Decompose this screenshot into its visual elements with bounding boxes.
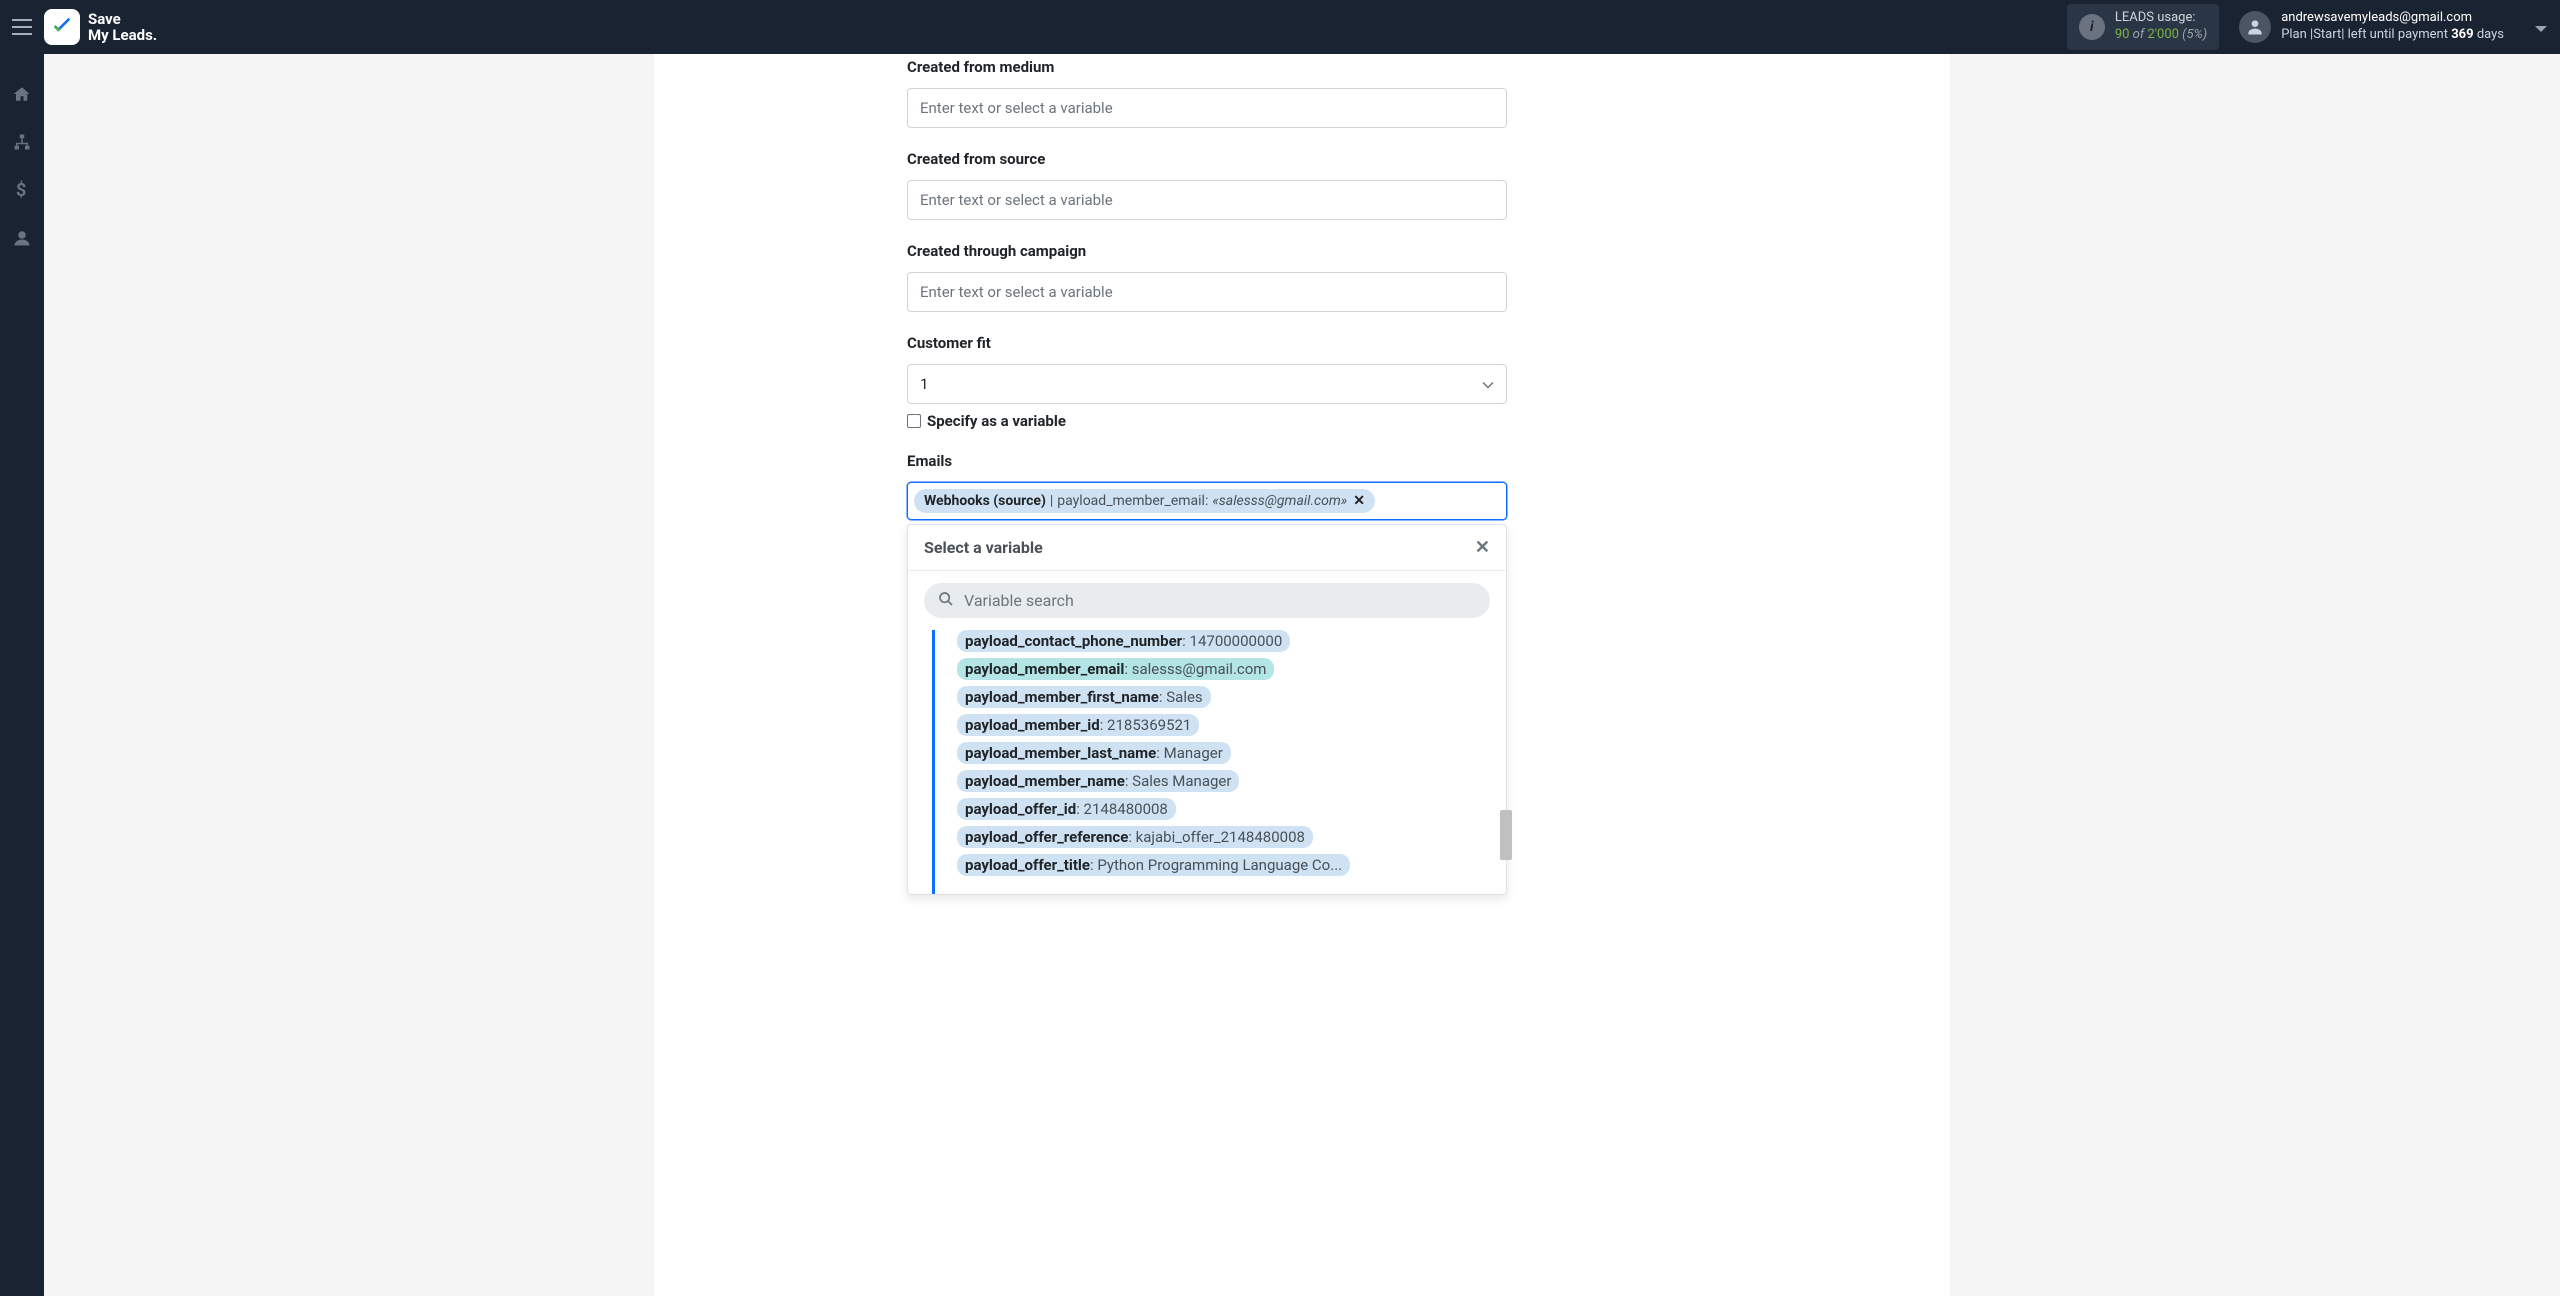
variable-value: : 2148480008 <box>1076 800 1168 818</box>
svg-text:$: $ <box>16 180 26 200</box>
variable-item[interactable]: payload_member_name: Sales Manager <box>957 770 1490 792</box>
variable-name: payload_member_first_name <box>965 688 1159 706</box>
variable-pill[interactable]: payload_member_name: Sales Manager <box>957 770 1239 792</box>
variable-tag[interactable]: Webhooks (source) | payload_member_email… <box>914 489 1375 513</box>
select-value: 1 <box>920 375 928 393</box>
variable-search-input[interactable] <box>924 583 1490 618</box>
hamburger-menu-icon[interactable] <box>12 19 32 35</box>
tag-remove-icon[interactable]: ✕ <box>1353 493 1365 509</box>
variable-item[interactable]: payload_offer_id: 2148480008 <box>957 798 1490 820</box>
content-panel: Created from medium Created from source … <box>654 54 1950 1296</box>
user-avatar-icon <box>2239 11 2271 43</box>
variable-value: : Sales <box>1159 688 1203 706</box>
variable-name: payload_offer_title <box>965 856 1090 874</box>
variable-pill[interactable]: payload_member_last_name: Manager <box>957 742 1231 764</box>
variable-item[interactable]: payload_offer_title: Python Programming … <box>957 854 1490 876</box>
variable-item[interactable]: payload_member_id: 2185369521 <box>957 714 1490 736</box>
chevron-down-icon[interactable] <box>2534 18 2548 37</box>
created-through-campaign-input[interactable] <box>907 272 1507 312</box>
usage-text: LEADS usage: 90 of 2'000 (5%) <box>2115 10 2207 44</box>
field-customer-fit: Customer fit 1 Specify as a variable <box>907 334 1507 430</box>
user-menu[interactable]: andrewsavemyleads@gmail.com Plan |Start|… <box>2239 10 2548 44</box>
specify-variable-row[interactable]: Specify as a variable <box>907 412 1507 430</box>
checkbox-label: Specify as a variable <box>927 412 1066 430</box>
variable-pill[interactable]: payload_member_first_name: Sales <box>957 686 1211 708</box>
variable-name: payload_offer_reference <box>965 828 1128 846</box>
dollar-icon[interactable]: $ <box>12 180 32 200</box>
usage-box[interactable]: i LEADS usage: 90 of 2'000 (5%) <box>2067 4 2219 50</box>
scrollbar-thumb[interactable] <box>1500 810 1512 860</box>
variable-pill[interactable]: payload_member_email: salesss@gmail.com <box>957 658 1274 680</box>
home-icon[interactable] <box>12 84 32 104</box>
close-icon[interactable]: ✕ <box>1475 537 1490 558</box>
variable-item[interactable]: payload_member_last_name: Manager <box>957 742 1490 764</box>
header-right: i LEADS usage: 90 of 2'000 (5%) andrewsa… <box>2067 4 2548 50</box>
emails-input[interactable]: Webhooks (source) | payload_member_email… <box>907 482 1507 520</box>
field-created-from-source: Created from source <box>907 150 1507 220</box>
variable-value: : Python Programming Language Co... <box>1090 856 1342 874</box>
variable-item[interactable]: payload_member_email: salesss@gmail.com <box>957 658 1490 680</box>
variable-value: : 2185369521 <box>1100 716 1192 734</box>
field-emails: Emails Webhooks (source) | payload_membe… <box>907 452 1507 520</box>
variable-value: : salesss@gmail.com <box>1124 660 1266 678</box>
variable-value: : Sales Manager <box>1125 772 1232 790</box>
variable-pill[interactable]: payload_offer_reference: kajabi_offer_21… <box>957 826 1313 848</box>
sidebar: $ <box>0 54 44 1296</box>
customer-fit-select[interactable]: 1 <box>907 364 1507 404</box>
variable-item[interactable]: payload_offer_reference: kajabi_offer_21… <box>957 826 1490 848</box>
field-created-through-campaign: Created through campaign <box>907 242 1507 312</box>
main-layout: $ Created from medium Created from sourc… <box>0 54 2560 1296</box>
search-icon <box>938 591 954 611</box>
user-info: andrewsavemyleads@gmail.com Plan |Start|… <box>2281 10 2504 44</box>
field-label: Customer fit <box>907 334 1507 352</box>
field-label: Emails <box>907 452 1507 470</box>
variable-item[interactable]: payload_contact_phone_number: 1470000000… <box>957 630 1490 652</box>
variable-pill[interactable]: payload_member_id: 2185369521 <box>957 714 1199 736</box>
variable-value: : kajabi_offer_2148480008 <box>1128 828 1305 846</box>
variable-item[interactable]: payload_member_first_name: Sales <box>957 686 1490 708</box>
field-label: Created through campaign <box>907 242 1507 260</box>
dropdown-search-wrap <box>908 571 1506 630</box>
field-created-from-medium: Created from medium <box>907 58 1507 128</box>
field-label: Created from source <box>907 150 1507 168</box>
created-from-medium-input[interactable] <box>907 88 1507 128</box>
info-icon: i <box>2079 14 2105 40</box>
variable-name: payload_member_name <box>965 772 1125 790</box>
form-area: Created from medium Created from source … <box>907 54 1507 520</box>
variable-pill[interactable]: payload_offer_title: Python Programming … <box>957 854 1350 876</box>
variable-list: payload_contact_phone_number: 1470000000… <box>932 630 1506 894</box>
variable-name: payload_member_id <box>965 716 1100 734</box>
variable-value: : Manager <box>1156 744 1223 762</box>
user-icon[interactable] <box>12 228 32 248</box>
variable-name: payload_contact_phone_number <box>965 632 1182 650</box>
field-label: Created from medium <box>907 58 1507 76</box>
app-header: Save My Leads. i LEADS usage: 90 of 2'00… <box>0 0 2560 54</box>
variable-pill[interactable]: payload_contact_phone_number: 1470000000… <box>957 630 1290 652</box>
main-area: Created from medium Created from source … <box>44 54 2560 1296</box>
dropdown-header: Select a variable ✕ <box>908 525 1506 571</box>
created-from-source-input[interactable] <box>907 180 1507 220</box>
header-left: Save My Leads. <box>12 9 157 45</box>
variable-name: payload_member_last_name <box>965 744 1156 762</box>
sitemap-icon[interactable] <box>12 132 32 152</box>
variable-value: : 14700000000 <box>1182 632 1282 650</box>
variable-name: payload_offer_id <box>965 800 1076 818</box>
logo-text: Save My Leads. <box>88 11 157 44</box>
logo[interactable]: Save My Leads. <box>44 9 157 45</box>
specify-variable-checkbox[interactable] <box>907 414 921 428</box>
chevron-down-icon <box>1482 375 1494 393</box>
dropdown-title: Select a variable <box>924 538 1043 557</box>
variable-name: payload_member_email <box>965 660 1124 678</box>
logo-badge <box>44 9 80 45</box>
variable-dropdown: Select a variable ✕ <box>907 524 1507 895</box>
variable-pill[interactable]: payload_offer_id: 2148480008 <box>957 798 1176 820</box>
